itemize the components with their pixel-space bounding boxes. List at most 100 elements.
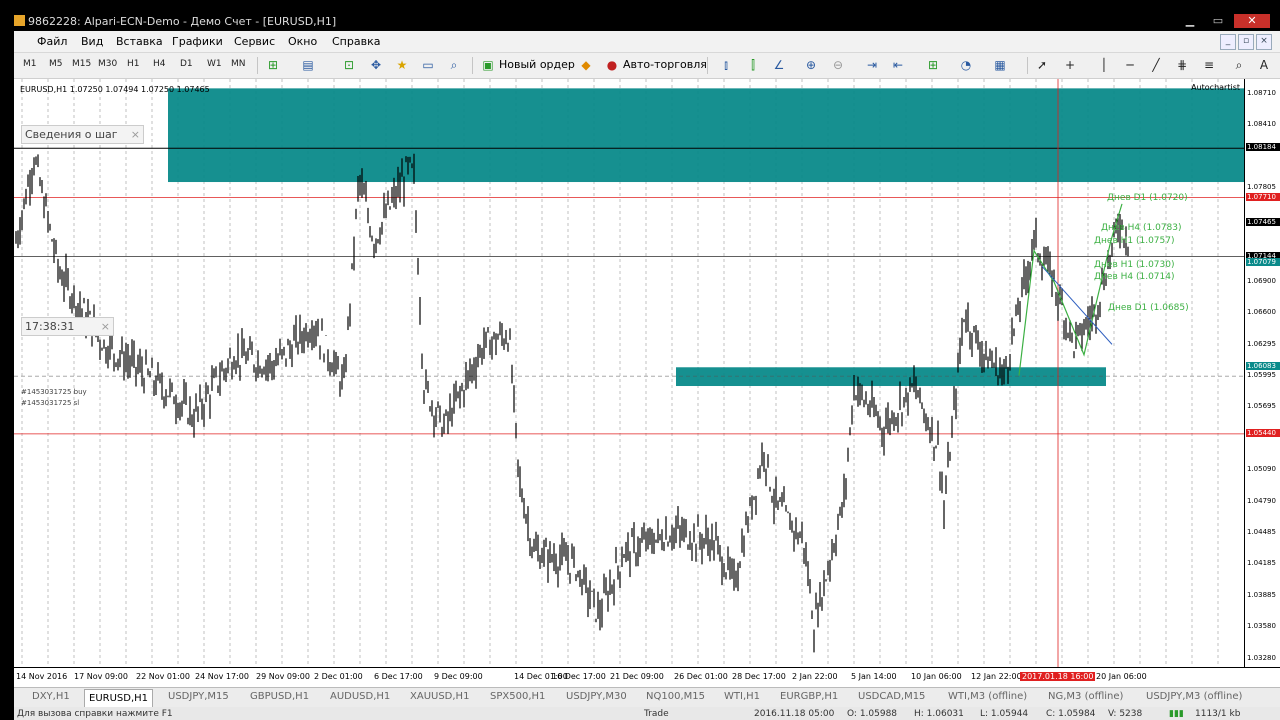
tester-icon[interactable]: ⌕ (447, 58, 461, 72)
price-label: 1.05090 (1247, 465, 1276, 474)
chart-tab[interactable]: EURUSD,H1 (84, 689, 154, 707)
market-watch-icon[interactable]: ⊡ (342, 58, 356, 72)
menu-file[interactable]: Файл (37, 35, 67, 48)
search-icon[interactable]: ⌕ (1232, 58, 1246, 72)
minimize-icon[interactable]: ▁ (1178, 14, 1202, 28)
price-label: 1.03885 (1247, 590, 1276, 599)
zoom-out-icon[interactable]: ⊖ (831, 58, 845, 72)
mdi-minimize-icon[interactable]: _ (1220, 34, 1236, 50)
status-close: C: 1.05984 (1046, 709, 1096, 719)
time-label: 21 Dec 09:00 (610, 672, 664, 681)
order-sl-label: #1453031725 sl (21, 399, 80, 407)
status-mode: Trade (644, 709, 669, 719)
tf-h1[interactable]: H1 (127, 59, 140, 69)
price-label: 1.06295 (1247, 339, 1276, 348)
fibonacci-icon[interactable]: ≡ (1202, 58, 1216, 72)
tf-m30[interactable]: M30 (98, 59, 117, 69)
menu-help[interactable]: Справка (332, 35, 380, 48)
autoscroll-icon[interactable]: ⇤ (891, 58, 905, 72)
tf-d1[interactable]: D1 (180, 59, 193, 69)
zoom-in-icon[interactable]: ⊕ (804, 58, 818, 72)
tf-w1[interactable]: W1 (207, 59, 222, 69)
clock-panel[interactable]: 17:38:31 × (21, 317, 114, 336)
new-chart-icon[interactable]: ⊞ (266, 58, 280, 72)
mdi-controls: _ ▫ × (1220, 34, 1272, 50)
terminal-icon[interactable]: ▭ (421, 58, 435, 72)
time-label: 2017.01.18 16:00 (1020, 672, 1096, 681)
price-label: 1.04485 (1247, 528, 1276, 537)
candle-chart-icon[interactable]: ⫿ (746, 58, 760, 72)
price-label: 1.03280 (1247, 653, 1276, 662)
chart-tab[interactable]: DXY,H1 (28, 691, 74, 702)
new-order-button[interactable]: Новый ордер (499, 58, 575, 71)
info-panel[interactable]: Сведения о шаг × (21, 125, 144, 144)
close-icon[interactable]: × (131, 128, 140, 141)
chart-canvas (14, 79, 1244, 667)
menu-insert[interactable]: Вставка (116, 35, 163, 48)
trendline-icon[interactable]: ╱ (1149, 58, 1163, 72)
chart-tab[interactable]: USDCAD,M15 (854, 691, 929, 702)
bar-chart-icon[interactable]: ⫾ (719, 58, 733, 72)
tf-h4[interactable]: H4 (153, 59, 166, 69)
price-label: 1.08410 (1247, 119, 1276, 128)
indicators-icon[interactable]: ⊞ (926, 58, 940, 72)
chart-tab[interactable]: XAUUSD,H1 (406, 691, 473, 702)
time-label: 2 Jan 22:00 (792, 672, 838, 681)
new-order-icon[interactable]: ▣ (481, 58, 495, 72)
price-label: 1.07710 (1246, 192, 1280, 201)
tf-mn[interactable]: MN (231, 59, 246, 69)
cursor-icon[interactable]: ➚ (1035, 58, 1049, 72)
vertical-line-icon[interactable]: │ (1097, 58, 1111, 72)
crosshair-icon[interactable]: + (1063, 58, 1077, 72)
time-label: 14 Nov 2016 (16, 672, 68, 681)
maximize-icon[interactable]: ▭ (1206, 14, 1230, 28)
pattern-label: Днев H4 (1.0783) (1101, 223, 1182, 233)
tf-m5[interactable]: M5 (49, 59, 63, 69)
menu-window[interactable]: Окно (288, 35, 317, 48)
tf-m15[interactable]: M15 (72, 59, 91, 69)
menu-charts[interactable]: Графики (172, 35, 223, 48)
text-icon[interactable]: A (1257, 58, 1271, 72)
autochartist-label[interactable]: Autochartist (1191, 83, 1240, 92)
time-label: 5 Jan 14:00 (851, 672, 897, 681)
mdi-close-icon[interactable]: × (1256, 34, 1272, 50)
folder-icon[interactable]: ★ (395, 58, 409, 72)
menu-tools[interactable]: Сервис (234, 35, 275, 48)
templates-icon[interactable]: ▦ (993, 58, 1007, 72)
price-axis: 1.08710 1.08410 1.08184 1.07805 1.07710 1.074… (1244, 79, 1280, 667)
metaeditor-icon[interactable]: ◆ (579, 58, 593, 72)
time-label: 2 Dec 01:00 (314, 672, 363, 681)
chart-tab[interactable]: USDJPY,M30 (562, 691, 631, 702)
chart-tab[interactable]: EURGBP,H1 (776, 691, 842, 702)
chart-tab[interactable]: USDJPY,M3 (offline) (1142, 691, 1246, 702)
auto-trading-button[interactable]: Авто-торговля (623, 58, 707, 71)
chart-tab[interactable]: NG,M3 (offline) (1044, 691, 1127, 702)
price-chart[interactable]: EURUSD,H1 1.07250 1.07494 1.07250 1.0746… (14, 79, 1280, 667)
navigator-icon[interactable]: ✥ (369, 58, 383, 72)
menu-view[interactable]: Вид (81, 35, 103, 48)
chart-tab[interactable]: WTI,H1 (720, 691, 764, 702)
auto-trading-icon[interactable]: ● (605, 58, 619, 72)
chart-tab[interactable]: AUDUSD,H1 (326, 691, 394, 702)
line-chart-icon[interactable]: ∠ (772, 58, 786, 72)
tf-m1[interactable]: M1 (23, 59, 37, 69)
chart-tab[interactable]: WTI,M3 (offline) (944, 691, 1031, 702)
horizontal-line-icon[interactable]: ─ (1123, 58, 1137, 72)
chart-tab[interactable]: GBPUSD,H1 (246, 691, 313, 702)
chart-tab[interactable]: USDJPY,M15 (164, 691, 233, 702)
periods-icon[interactable]: ◔ (959, 58, 973, 72)
price-label: 1.06600 (1247, 308, 1276, 317)
symbol-info: EURUSD,H1 1.07250 1.07494 1.07250 1.0746… (20, 85, 210, 94)
profiles-icon[interactable]: ▤ (301, 58, 315, 72)
time-label: 9 Dec 09:00 (434, 672, 483, 681)
chart-tab[interactable]: NQ100,M15 (642, 691, 709, 702)
close-icon[interactable]: ✕ (1234, 14, 1270, 28)
mdi-restore-icon[interactable]: ▫ (1238, 34, 1254, 50)
chart-tab[interactable]: SPX500,H1 (486, 691, 549, 702)
chart-shift-icon[interactable]: ⇥ (865, 58, 879, 72)
channel-icon[interactable]: ⋕ (1175, 58, 1189, 72)
close-icon[interactable]: × (101, 320, 110, 333)
price-label: 1.04185 (1247, 559, 1276, 568)
order-buy-label: #1453031725 buy (21, 388, 87, 396)
pattern-label: Днев D1 (1.0685) (1108, 303, 1189, 313)
